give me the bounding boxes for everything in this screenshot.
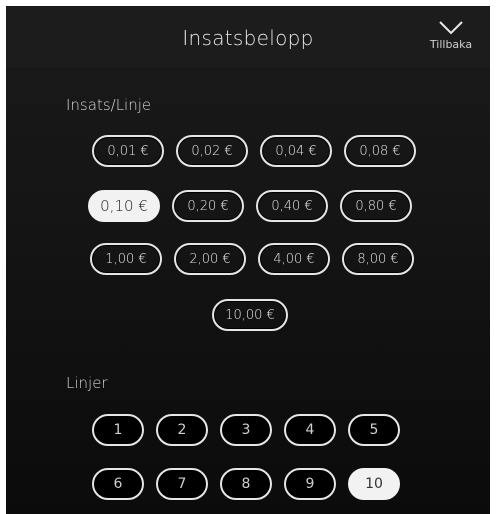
back-label: Tillbaka	[429, 38, 473, 51]
bet-row: 0,10 € 0,20 € 0,40 € 0,80 €	[88, 190, 412, 222]
bet-option[interactable]: 0,20 €	[172, 190, 244, 222]
back-button[interactable]: Tillbaka	[422, 16, 480, 60]
bet-option[interactable]: 2,00 €	[174, 243, 246, 275]
lines-row: 6 7 8 9 10	[92, 468, 400, 500]
bet-option[interactable]: 0,04 €	[260, 135, 332, 167]
bet-option[interactable]: 10,00 €	[212, 299, 288, 331]
line-option[interactable]: 6	[92, 468, 144, 500]
bet-row: 10,00 €	[212, 299, 288, 331]
line-option[interactable]: 1	[92, 414, 144, 446]
bet-option[interactable]: 0,40 €	[256, 190, 328, 222]
line-option[interactable]: 9	[284, 468, 336, 500]
bet-row: 0,01 € 0,02 € 0,04 € 0,08 €	[92, 135, 416, 167]
bet-option[interactable]: 0,08 €	[344, 135, 416, 167]
bet-option-selected[interactable]: 0,10 €	[88, 190, 160, 222]
line-option[interactable]: 8	[220, 468, 272, 500]
bet-option[interactable]: 0,02 €	[176, 135, 248, 167]
line-option[interactable]: 7	[156, 468, 208, 500]
line-option[interactable]: 3	[220, 414, 272, 446]
line-option[interactable]: 2	[156, 414, 208, 446]
bet-row: 1,00 € 2,00 € 4,00 € 8,00 €	[90, 243, 414, 275]
bet-settings-panel: Insatsbelopp Tillbaka Insats/Linje 0,01 …	[6, 6, 490, 514]
lines-label: Linjer	[66, 374, 108, 392]
chevron-down-icon	[439, 21, 463, 35]
lines-row: 1 2 3 4 5	[92, 414, 400, 446]
header-bar: Insatsbelopp Tillbaka	[6, 6, 490, 68]
bet-option[interactable]: 0,01 €	[92, 135, 164, 167]
bet-option[interactable]: 1,00 €	[90, 243, 162, 275]
line-option[interactable]: 5	[348, 414, 400, 446]
bet-option[interactable]: 8,00 €	[342, 243, 414, 275]
bet-option[interactable]: 4,00 €	[258, 243, 330, 275]
page-title: Insatsbelopp	[182, 26, 314, 50]
bet-option[interactable]: 0,80 €	[340, 190, 412, 222]
bet-per-line-label: Insats/Linje	[66, 96, 152, 114]
line-option[interactable]: 4	[284, 414, 336, 446]
line-option-selected[interactable]: 10	[348, 468, 400, 500]
